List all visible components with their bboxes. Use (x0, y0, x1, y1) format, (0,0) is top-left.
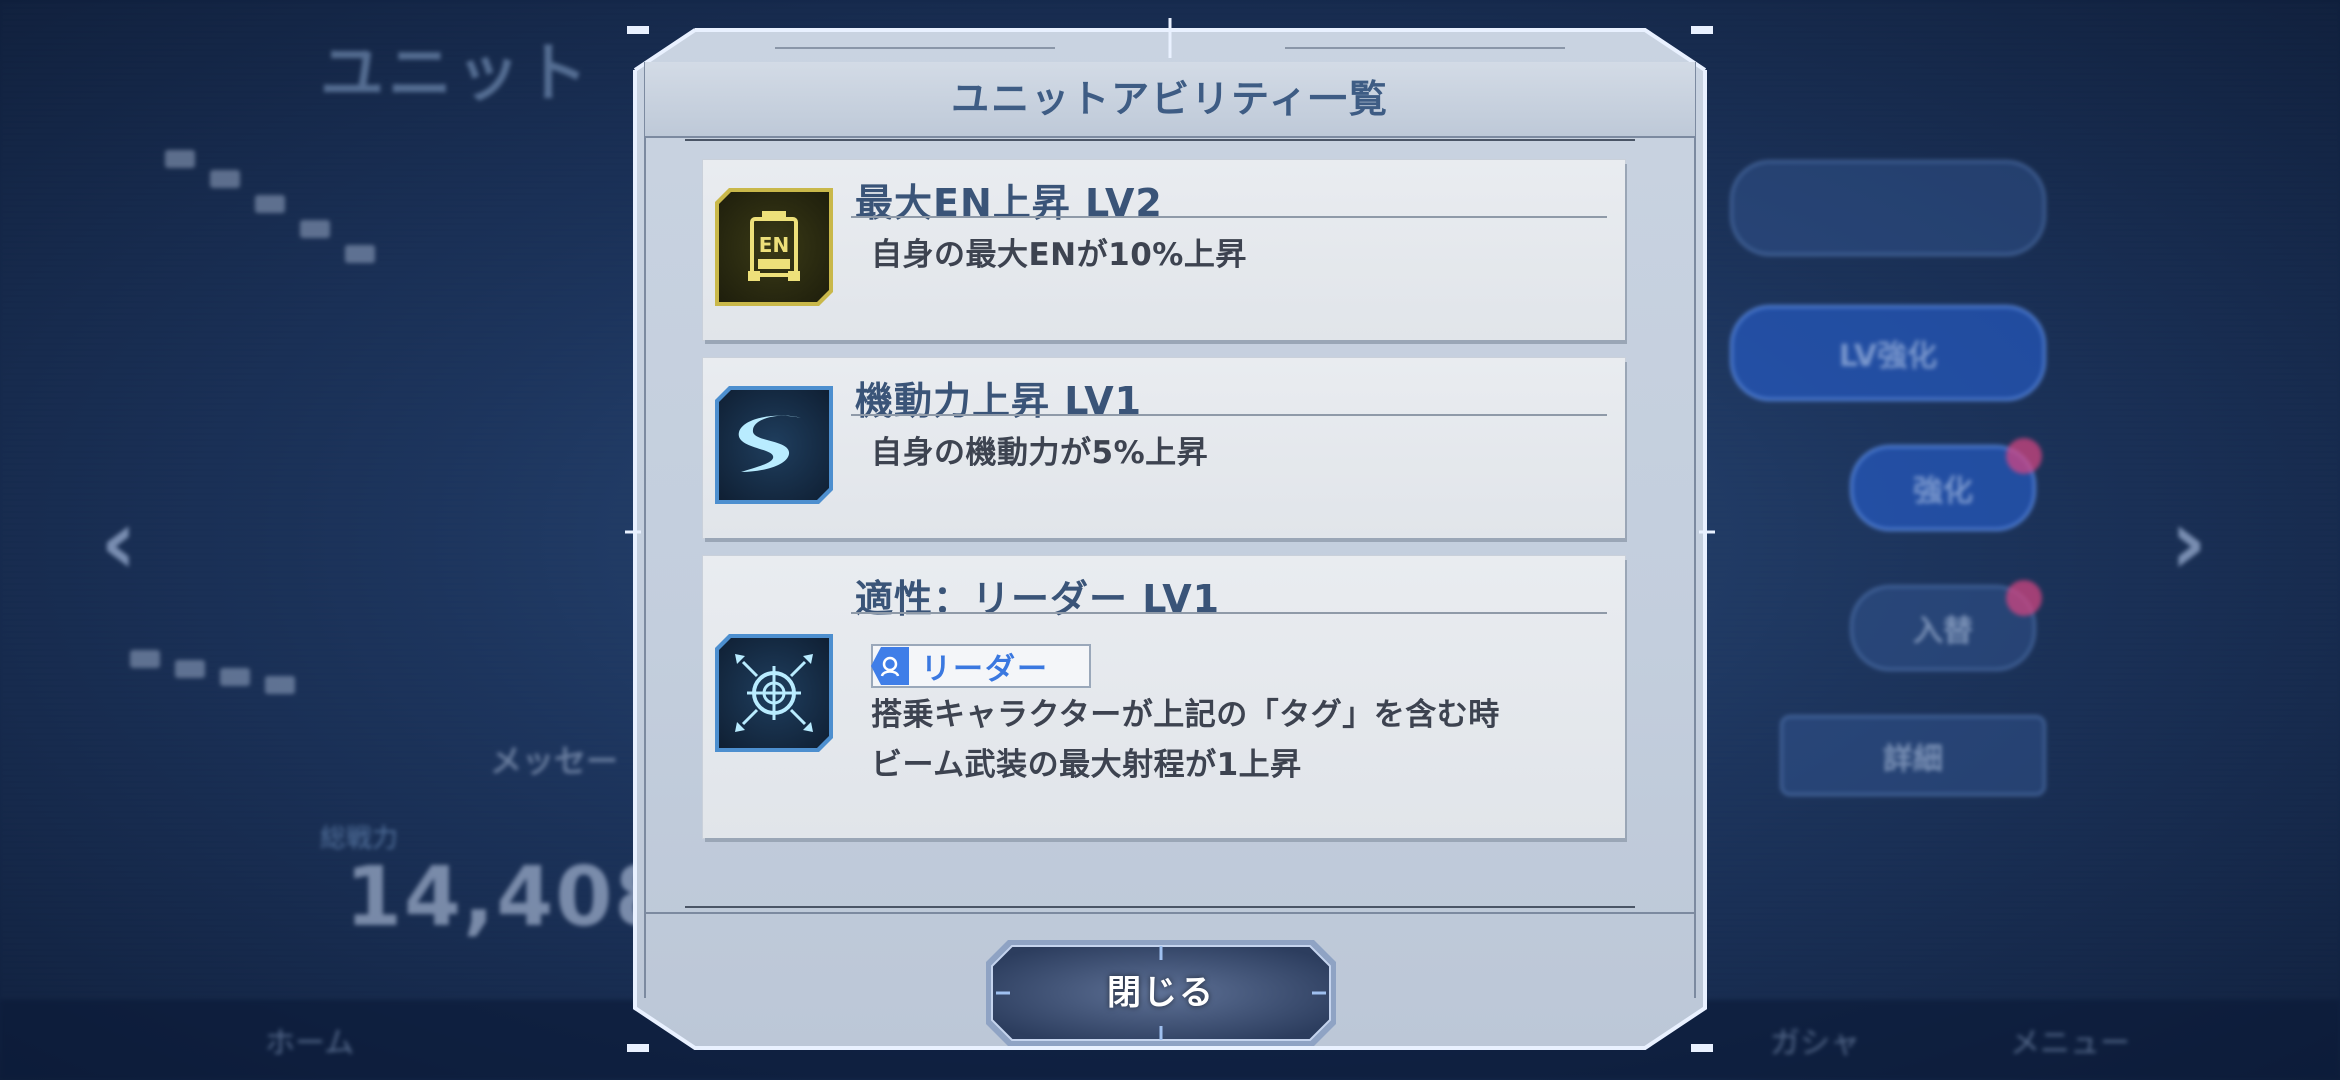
bg-deco (175, 660, 205, 678)
person-tag-icon (871, 647, 909, 685)
ability-name-underline (851, 612, 1607, 614)
mobility-swoosh-icon (715, 386, 833, 504)
bg-screen-title: ユニット (320, 37, 592, 111)
divider (685, 139, 1635, 141)
detail-button[interactable]: 詳細 (1780, 715, 2046, 796)
tag-label: リーダー (921, 652, 1049, 687)
bg-deco (300, 220, 330, 238)
prev-unit-arrow[interactable]: ‹ (100, 490, 137, 595)
bottom-nav-menu[interactable]: メニュー (2010, 1018, 2130, 1062)
ability-name: 最大EN上昇 LV2 (855, 181, 1163, 225)
ability-list-dialog: ユニットアビリティ一覧 EN 最大EN上昇 LV2 自身の最大ENが10%上昇 (625, 18, 1715, 1060)
ability-name-underline (851, 414, 1607, 416)
bottom-nav-gacha[interactable]: ガシャ (1770, 1018, 1860, 1062)
ability-card-max-en: EN 最大EN上昇 LV2 自身の最大ENが10%上昇 (703, 160, 1625, 340)
divider (685, 906, 1635, 908)
leader-tag: リーダー (871, 644, 1091, 688)
close-button[interactable]: 閉じる (984, 938, 1338, 1048)
ability-name-underline (851, 216, 1607, 218)
bottom-nav-home[interactable]: ホーム (265, 1018, 354, 1062)
bg-deco (255, 195, 285, 213)
ability-card-leader: 適性：リーダー LV1 リーダー 搭乗キャラクターが上記の「タグ」を含む時 ビー… (703, 556, 1625, 838)
close-button-label: 閉じる (1107, 973, 1215, 1013)
ability-description: 自身の最大ENが10%上昇 (871, 237, 1247, 273)
bg-deco (130, 650, 160, 668)
ability-description-line2: ビーム武装の最大射程が1上昇 (871, 747, 1302, 783)
en-battery-icon: EN (715, 188, 833, 306)
ability-name: 適性：リーダー LV1 (855, 577, 1221, 621)
ability-card-mobility: 機動力上昇 LV1 自身の機動力が5%上昇 (703, 358, 1625, 538)
bg-message-label: メッセー (490, 742, 619, 780)
bg-deco (265, 676, 295, 694)
next-unit-arrow[interactable]: › (2170, 490, 2207, 595)
bg-deco (345, 245, 375, 263)
notification-badge (2006, 438, 2042, 474)
ability-description: 自身の機動力が5%上昇 (871, 435, 1209, 471)
svg-text:EN: EN (759, 233, 789, 257)
ability-name: 機動力上昇 LV1 (855, 379, 1143, 423)
ability-description-line1: 搭乗キャラクターが上記の「タグ」を含む時 (871, 697, 1500, 733)
lv-upgrade-button[interactable]: LV強化 (1730, 305, 2046, 401)
dialog-title: ユニットアビリティ一覧 (951, 77, 1389, 121)
bg-deco (210, 170, 240, 188)
crosshair-icon (715, 634, 833, 752)
notification-badge (2006, 580, 2042, 616)
bg-pill (1730, 160, 2046, 256)
bg-deco (165, 150, 195, 168)
bg-deco (220, 668, 250, 686)
